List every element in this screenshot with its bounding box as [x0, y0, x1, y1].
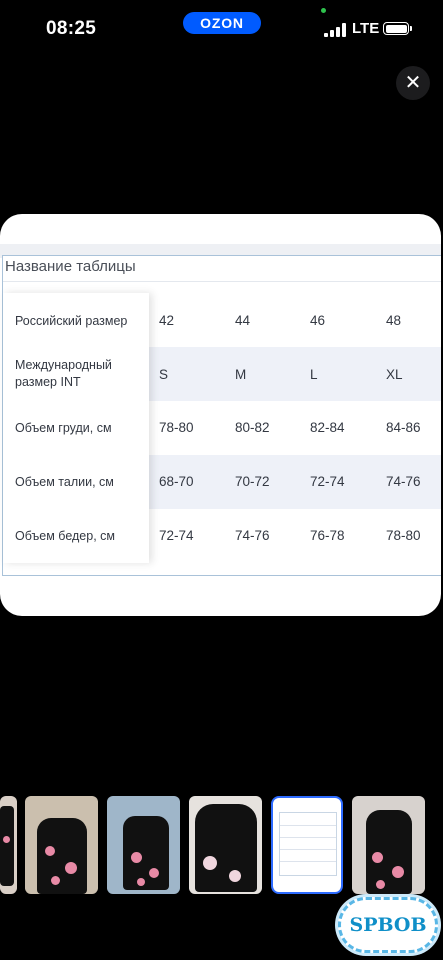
- gallery-thumbnail[interactable]: [352, 796, 425, 894]
- row-label: Объем груди, см: [15, 421, 112, 435]
- table-cell: 46: [310, 313, 326, 328]
- table-cell: 80-82: [235, 420, 270, 435]
- status-time: 08:25: [46, 18, 97, 39]
- table-cell: 48: [386, 313, 402, 328]
- close-button[interactable]: ✕: [396, 66, 430, 100]
- gallery-thumbnail[interactable]: [107, 796, 180, 894]
- table-cell: 84-86: [386, 420, 421, 435]
- table-cell: 72-74: [310, 474, 345, 489]
- table-cell: S: [159, 367, 169, 382]
- table-cell: 44: [235, 313, 251, 328]
- table-cell: 70-72: [235, 474, 270, 489]
- table-cell: 74-76: [386, 474, 421, 489]
- table-cell: M: [235, 367, 247, 382]
- gallery-thumbnail[interactable]: [25, 796, 98, 894]
- table-cell: 78-80: [386, 528, 421, 543]
- table-cell: 82-84: [310, 420, 345, 435]
- watermark-badge: SPBOB: [338, 897, 438, 953]
- row-label: Объем талии, см: [15, 475, 114, 489]
- table-cell: 68-70: [159, 474, 194, 489]
- ozon-logo: OZON: [183, 12, 261, 34]
- product-image[interactable]: Название таблицы Российский размер Между…: [0, 214, 441, 616]
- size-table-preview: [279, 812, 337, 876]
- signal-icon: [324, 23, 346, 37]
- close-icon: ✕: [404, 72, 422, 94]
- network-type: LTE: [352, 20, 380, 37]
- table-title: Название таблицы: [5, 258, 136, 275]
- table-cell: 76-78: [310, 528, 345, 543]
- table-header-column: Российский размер Международный размер I…: [3, 293, 149, 563]
- battery-tip: [410, 26, 412, 31]
- row-label: Российский размер: [15, 314, 128, 328]
- table-cell: 78-80: [159, 420, 194, 435]
- size-table: Название таблицы Российский размер Между…: [2, 255, 441, 576]
- battery-icon: [383, 22, 409, 35]
- row-label: Объем бедер, см: [15, 529, 115, 543]
- gallery-thumbnail-selected[interactable]: [271, 796, 343, 894]
- screen: 08:25 OZON LTE ✕ Название таблицы Россий…: [0, 0, 443, 960]
- gallery-thumbnail[interactable]: [189, 796, 262, 894]
- gallery-thumbnail[interactable]: [0, 796, 17, 894]
- table-cell: L: [310, 367, 318, 382]
- row-label: Международный размер INT: [15, 358, 112, 389]
- table-cell: 42: [159, 313, 175, 328]
- table-cell: XL: [386, 367, 403, 382]
- table-cell: 74-76: [235, 528, 270, 543]
- table-cell: 72-74: [159, 528, 194, 543]
- camera-indicator-icon: [321, 8, 326, 13]
- divider: [3, 281, 441, 282]
